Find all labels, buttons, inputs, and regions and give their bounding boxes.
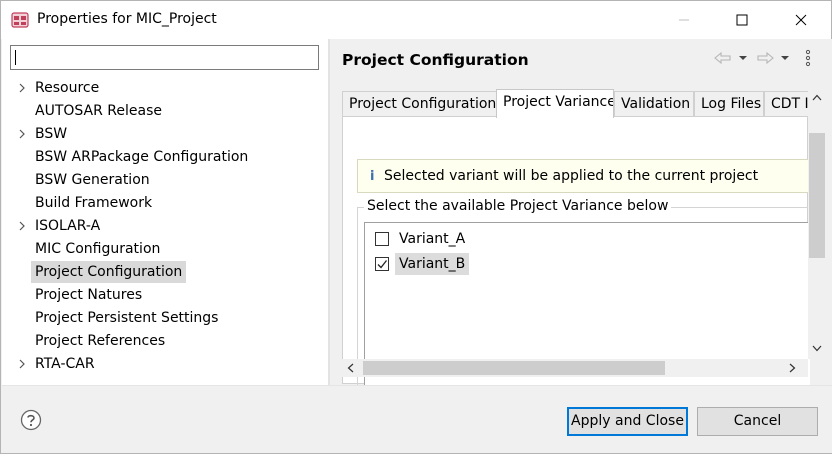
- tree-item[interactable]: MIC Configuration: [2, 238, 328, 260]
- chevron-right-icon[interactable]: [17, 220, 27, 232]
- tree-item-label: BSW Generation: [35, 172, 150, 188]
- tree-item[interactable]: BSW Generation: [2, 169, 328, 191]
- property-page: Project Configuration Project Configurat…: [330, 39, 832, 388]
- minimize-icon: [679, 19, 689, 21]
- tree-item[interactable]: Build Framework: [2, 192, 328, 214]
- scroll-right-icon[interactable]: [789, 363, 796, 373]
- tree-item-label: Project References: [35, 333, 166, 349]
- tab-project-variance[interactable]: Project Variance: [496, 89, 614, 118]
- tree-item[interactable]: BSW: [2, 123, 328, 145]
- info-message: i Selected variant will be applied to th…: [357, 159, 809, 193]
- help-icon[interactable]: [20, 409, 42, 431]
- scroll-up-icon[interactable]: [812, 94, 822, 101]
- close-window-button[interactable]: [778, 1, 824, 39]
- back-dropdown-icon[interactable]: [738, 55, 748, 61]
- tree-item-label: AUTOSAR Release: [35, 103, 162, 119]
- tree-item[interactable]: RTA-CAR: [2, 353, 328, 375]
- tree-item[interactable]: ISOLAR-A: [2, 215, 328, 237]
- tree-item[interactable]: Resource: [2, 77, 328, 99]
- page-title: Project Configuration: [342, 51, 529, 69]
- vertical-scroll-thumb[interactable]: [809, 133, 825, 258]
- variance-group-label: Select the available Project Variance be…: [364, 198, 672, 214]
- tree-item-label: Build Framework: [35, 195, 153, 211]
- tab-validation[interactable]: Validation: [614, 91, 694, 117]
- variant-checkbox[interactable]: [375, 232, 389, 246]
- chevron-right-icon[interactable]: [17, 82, 27, 94]
- app-icon: [11, 12, 29, 28]
- dialog-footer: Apply and Close Cancel: [2, 385, 832, 453]
- tree-item[interactable]: AUTOSAR Release: [2, 100, 328, 122]
- properties-dialog: Properties for MIC_Project Resource AUTOS…: [0, 0, 832, 454]
- window-title: Properties for MIC_Project: [37, 11, 217, 27]
- horizontal-scroll-thumb[interactable]: [363, 361, 665, 375]
- tree-item-label: BSW: [35, 126, 68, 142]
- variant-label: Variant_A: [399, 231, 466, 247]
- forward-arrow-icon[interactable]: [756, 51, 774, 65]
- title-bar[interactable]: Properties for MIC_Project: [1, 1, 831, 39]
- page-navigation: [714, 49, 824, 69]
- scroll-left-icon[interactable]: [347, 363, 354, 373]
- scroll-down-icon[interactable]: [812, 345, 822, 352]
- maximize-button[interactable]: [719, 1, 765, 39]
- back-arrow-icon[interactable]: [714, 51, 732, 65]
- text-caret: [15, 50, 16, 65]
- tab-content-project-variance: i Selected variant will be applied to th…: [342, 116, 810, 388]
- tree-item-label: RTA-CAR: [35, 356, 95, 372]
- vertical-scrollbar[interactable]: [808, 89, 826, 359]
- info-text: Selected variant will be applied to the …: [384, 168, 759, 184]
- checkmark-icon: [377, 260, 388, 269]
- tree-item[interactable]: Project References: [2, 330, 328, 352]
- variant-checkbox[interactable]: [375, 257, 389, 271]
- tab-project-configuration[interactable]: Project Configuration: [342, 91, 497, 117]
- tree-item-label: Resource: [35, 80, 100, 96]
- variant-item[interactable]: Variant_B: [365, 252, 565, 276]
- tree-item-label: MIC Configuration: [35, 241, 161, 257]
- tree-item[interactable]: Project Persistent Settings: [2, 307, 328, 329]
- more-options-icon[interactable]: [804, 49, 812, 67]
- chevron-right-icon[interactable]: [17, 128, 27, 140]
- tree-item[interactable]: Project Natures: [2, 284, 328, 306]
- variant-item[interactable]: Variant_A: [365, 227, 565, 251]
- close-icon: [795, 14, 807, 26]
- tree-item-label: Project Configuration: [31, 261, 187, 283]
- tree-item[interactable]: BSW ARPackage Configuration: [2, 146, 328, 168]
- tree-item-label: Project Persistent Settings: [35, 310, 219, 326]
- maximize-icon: [736, 14, 748, 26]
- horizontal-scrollbar[interactable]: [342, 359, 808, 377]
- tree-item-label: Project Natures: [35, 287, 143, 303]
- chevron-right-icon[interactable]: [17, 358, 27, 370]
- tree-item-label: BSW ARPackage Configuration: [35, 149, 249, 165]
- cancel-button[interactable]: Cancel: [697, 407, 818, 436]
- tab-bar: Project Configuration Project Variance Val…: [342, 89, 820, 118]
- tab-log-files[interactable]: Log Files: [694, 91, 764, 117]
- navigation-pane: Resource AUTOSAR Release BSW BSW ARPackage …: [2, 39, 328, 385]
- minimize-button[interactable]: [661, 1, 707, 39]
- filter-input[interactable]: [10, 45, 319, 70]
- apply-and-close-button[interactable]: Apply and Close: [567, 407, 688, 436]
- tree-item-label: ISOLAR-A: [35, 218, 101, 234]
- tree-item[interactable]: Project Configuration: [2, 261, 328, 283]
- info-icon: i: [370, 169, 375, 184]
- variant-label: Variant_B: [395, 253, 470, 275]
- forward-dropdown-icon[interactable]: [780, 55, 790, 61]
